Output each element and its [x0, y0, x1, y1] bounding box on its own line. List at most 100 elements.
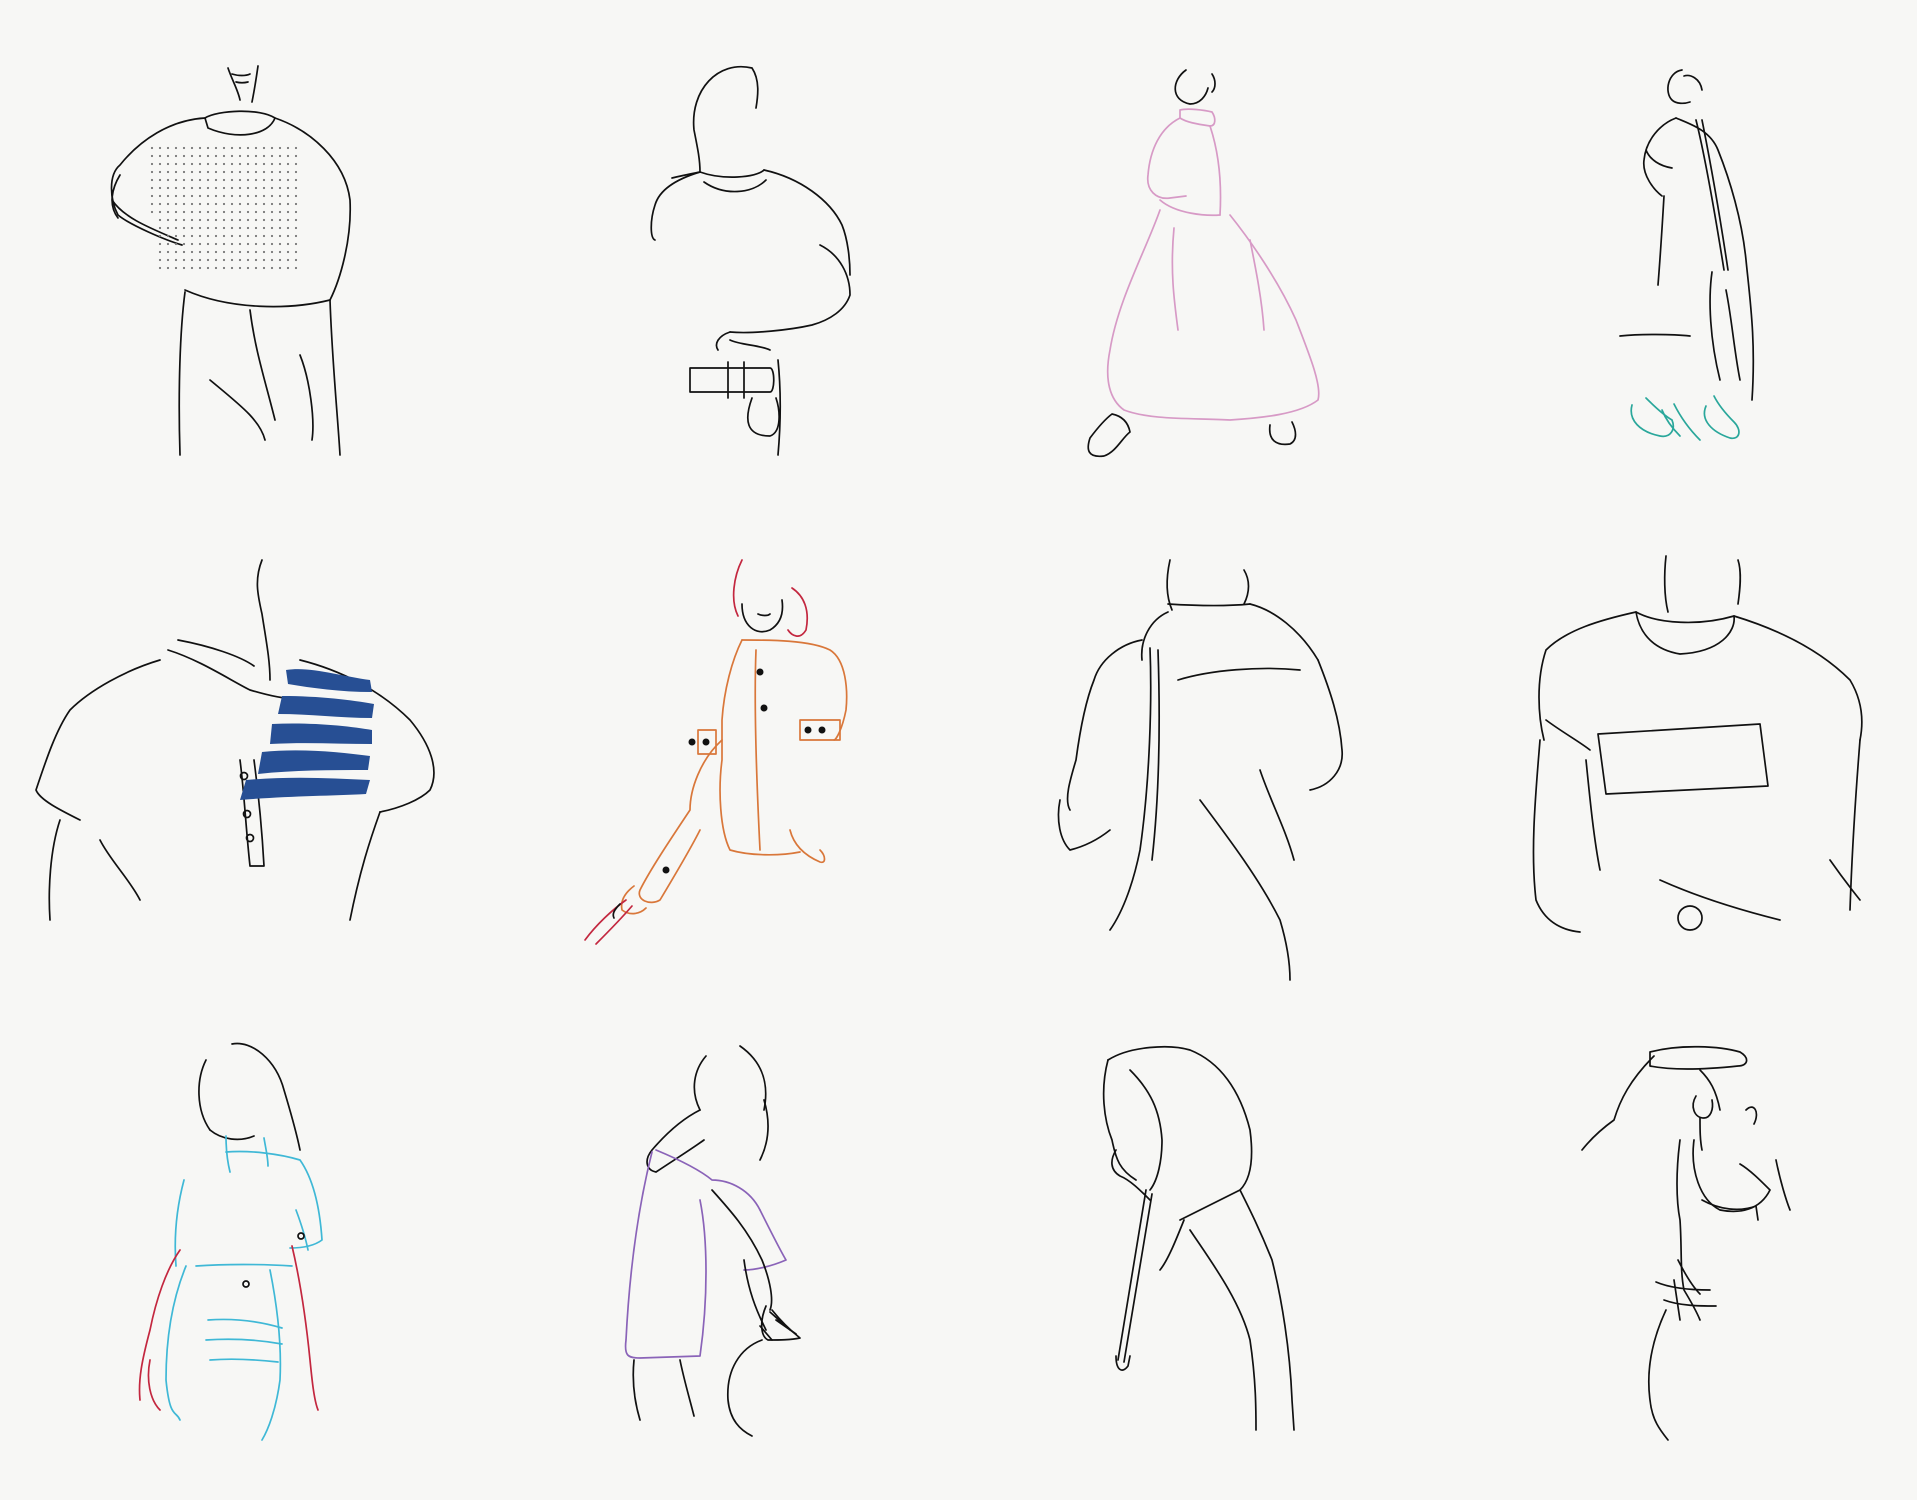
knit-dot: [190, 194, 194, 198]
figure-striped-henley: [35, 559, 435, 921]
knit-dot: [150, 202, 154, 206]
knit-dot: [254, 162, 258, 166]
knit-dot: [166, 234, 170, 238]
knit-dot: [230, 170, 234, 174]
knit-dot: [294, 154, 298, 158]
knit-dot: [254, 258, 258, 262]
knit-dot: [246, 218, 250, 222]
knit-dot: [174, 266, 178, 270]
knit-dot: [214, 170, 218, 174]
knit-dot: [214, 162, 218, 166]
knit-dot: [230, 218, 234, 222]
knit-dot: [262, 210, 266, 214]
knit-dot: [254, 194, 258, 198]
knit-dot: [198, 226, 202, 230]
knit-dot: [166, 226, 170, 230]
knit-dot: [270, 170, 274, 174]
knit-dot: [150, 146, 154, 150]
knit-dot: [222, 170, 226, 174]
knit-dot: [230, 210, 234, 214]
knit-dot: [150, 178, 154, 182]
knit-dot: [238, 234, 242, 238]
knit-dot: [174, 178, 178, 182]
knit-dot: [278, 170, 282, 174]
knit-dot: [246, 202, 250, 206]
knit-dot: [182, 194, 186, 198]
knit-dot: [150, 210, 154, 214]
knit-dot: [206, 250, 210, 254]
knit-dot: [214, 218, 218, 222]
knit-dot: [174, 170, 178, 174]
knit-dot: [238, 258, 242, 262]
knit-dot: [158, 146, 162, 150]
knit-dot: [182, 210, 186, 214]
knit-dot: [198, 146, 202, 150]
knit-dot: [246, 234, 250, 238]
knit-dot: [254, 202, 258, 206]
knit-dot: [190, 202, 194, 206]
knit-dot: [278, 266, 282, 270]
figure-tee-panel: [1532, 555, 1863, 933]
knit-dot: [230, 154, 234, 158]
knit-dot: [158, 210, 162, 214]
knit-dot: [246, 250, 250, 254]
knit-dot: [158, 170, 162, 174]
knit-dot: [246, 178, 250, 182]
knit-dot: [230, 162, 234, 166]
knit-dot: [262, 218, 266, 222]
knit-dot: [198, 250, 202, 254]
knit-dot: [286, 178, 290, 182]
knit-dot: [270, 258, 274, 262]
knit-dot: [278, 186, 282, 190]
knit-dot: [262, 186, 266, 190]
knit-dot: [230, 202, 234, 206]
figure-buttoned-jacket: [584, 559, 848, 945]
knit-dot: [294, 250, 298, 254]
knit-dot: [158, 234, 162, 238]
knit-dot: [206, 210, 210, 214]
knit-dot: [294, 146, 298, 150]
knit-dot: [270, 218, 274, 222]
knit-dot: [206, 170, 210, 174]
knit-dot: [294, 218, 298, 222]
knit-dot: [270, 146, 274, 150]
knit-dot: [174, 162, 178, 166]
knit-dot: [222, 234, 226, 238]
knit-dot: [286, 162, 290, 166]
knit-dot: [158, 194, 162, 198]
knit-dot: [270, 178, 274, 182]
figure-hooded-top: [1102, 1046, 1295, 1431]
knit-dot: [150, 154, 154, 158]
knit-dot: [222, 218, 226, 222]
figure-hand-on-head: [1581, 1045, 1791, 1441]
knit-dot: [270, 234, 274, 238]
knit-dot: [182, 162, 186, 166]
knit-dot: [254, 154, 258, 158]
knit-dot: [262, 226, 266, 230]
knit-dot: [166, 170, 170, 174]
knit-dot: [174, 202, 178, 206]
knit-dot: [230, 250, 234, 254]
knit-dot: [182, 234, 186, 238]
knit-dot: [174, 234, 178, 238]
knit-dot: [278, 226, 282, 230]
knit-dot: [174, 226, 178, 230]
knit-dot: [254, 186, 258, 190]
knit-dot: [294, 194, 298, 198]
knit-dot: [158, 178, 162, 182]
knit-dot: [166, 194, 170, 198]
knit-dot: [278, 250, 282, 254]
knit-dot: [238, 218, 242, 222]
knit-dot: [190, 258, 194, 262]
knit-dot: [230, 146, 234, 150]
knit-dot: [174, 186, 178, 190]
knit-dot: [238, 146, 242, 150]
knit-dot: [214, 178, 218, 182]
knit-dot: [254, 146, 258, 150]
knit-dot: [198, 162, 202, 166]
knit-dot: [278, 178, 282, 182]
knit-dot: [198, 210, 202, 214]
knit-dot: [286, 218, 290, 222]
knit-dot: [246, 210, 250, 214]
knit-dot: [158, 266, 162, 270]
